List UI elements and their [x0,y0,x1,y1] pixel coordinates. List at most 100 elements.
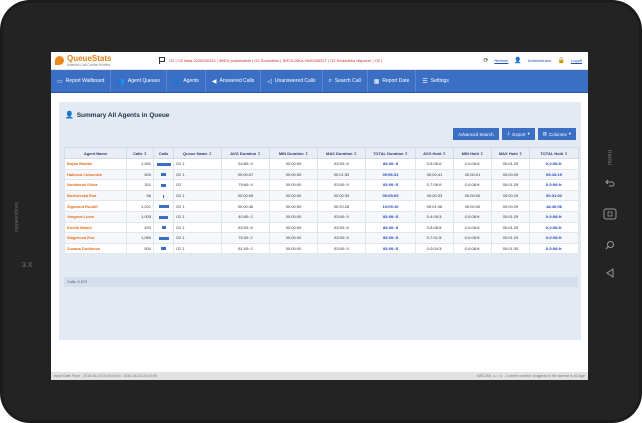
logout-link[interactable]: Logoff [571,58,582,63]
device-brand-label: mapeenthosk [14,201,20,232]
col-header[interactable]: TOTAL Duration ⇕ [365,147,416,159]
nav-settings[interactable]: ☰ Settings [416,70,454,92]
agent-name-cell[interactable]: Kinčík Matúš [64,221,127,234]
nav-answered-calls[interactable]: ◀ Answered Calls [206,70,262,92]
nav-report-date[interactable]: ▦ Report Date [368,70,417,92]
chevron-down-icon: ▾ [527,131,530,136]
max-duration-cell: 83:00::5 [317,210,366,223]
col-header[interactable]: AVG Duration ⇕ [221,147,270,159]
table-row[interactable]: Kinčík Matúš 420 O2 1 83:00::5 00:00:00 83:00… [64,221,579,234]
nav-unanswered-calls[interactable]: ◁ Unanswered Calls [261,70,323,92]
queue-name-cell: O2 [173,179,222,191]
max-duration-cell: 83:00::5 [317,242,366,255]
refresh-link[interactable]: Refresh [494,58,508,63]
col-header[interactable]: TOTAL Hold ⇕ [529,147,579,159]
max-duration-cell: 83:00::5 [317,179,366,191]
total-duration-cell: 83:00::5 [365,232,416,244]
total-hold-cell: 0-0:08:9: [529,242,579,255]
col-header[interactable]: Calls [153,147,174,159]
calls-bar-cell [153,210,174,223]
calls-bar [163,194,164,198]
agents-table: Agent Name Calls ⇕ Calls Queue Name ⇕ AV… [64,147,579,255]
calls-bar [161,183,166,187]
table-row[interactable]: Zuzana Dudíková 500 O2 1 81:00::2 00:00:00 83… [64,242,579,255]
export-button[interactable]: ⇩ Export ▾ [501,128,535,140]
app-logo[interactable]: QueueStats Asterisk Call Centre Monitor [55,54,159,67]
refresh-icon[interactable]: ⟳ [483,57,488,64]
table-row[interactable]: Slagerová Eva 1,069 O2 1 76:00::2 00:00:00 83… [64,232,579,244]
user-name: Administrator [527,58,552,63]
col-header[interactable]: Calls ⇕ [126,147,154,159]
min-duration-cell: 00:00:00 [269,189,318,202]
phone-answered-icon: ◀ [211,78,217,85]
status-date-range: eport Date From : 2016-06-15 00:00:00 to… [54,374,157,378]
queue-name-cell: O2 1 [173,221,222,234]
table-row[interactable]: Bojan Marián 1,491 O2 1 54:80::4 00:00:00 83:… [64,158,579,170]
summary-panel: 👤 Summary All Agents in Queue Advanced S… [59,102,581,340]
table-row[interactable]: Nováková Silvia 511 O2 79:60::4 00:00:00 83:0… [64,179,579,191]
sliders-icon: ☰ [422,78,428,85]
nav-search-call[interactable]: ⌕ Search Call [323,70,368,92]
queue-list[interactable]: O2 | O2 linka 0220930310 | 3BDX podnikat… [169,58,459,63]
users-icon: 👥 [117,78,125,85]
queue-name-cell: O2 1 [173,210,222,223]
total-duration-cell: 00:56:31 [365,168,416,181]
max-duration-cell: 00:01:53 [317,168,366,181]
table-row[interactable]: Bočkovská Eva 56 O2 1 00:00:05 00:00:00 00:00… [64,189,579,202]
calls-bar-cell [153,221,174,234]
col-header[interactable]: AVG Hold ⇕ [415,147,454,159]
app-screen: QueueStats Asterisk Call Centre Monitor … [51,52,588,380]
agent-name-cell[interactable]: Bojan Marián [64,158,127,170]
calls-cell: 500 [126,168,154,181]
col-header[interactable]: Agent Name [64,147,127,159]
queue-name-cell: O2 1 [173,168,222,181]
avg-duration-cell: 00:00:05 [221,189,270,202]
avg-duration-cell: 76:00::2 [221,232,270,244]
home-hw-icon[interactable] [601,207,619,221]
search-icon: ⌕ [328,77,332,84]
nav-agents[interactable]: 👤 Agents [167,70,206,92]
calls-cell: 511 [126,179,154,191]
agent-name-cell[interactable]: Slagerová Eva [64,232,127,244]
back-hw-icon[interactable] [601,176,619,190]
nav-report-wallboard[interactable]: ▭ Report Wallboard [51,70,112,92]
agent-name-cell[interactable]: Halková Ľubomíra [64,168,127,181]
queue-name-cell: O2 1 [173,232,222,244]
agent-name-cell[interactable]: Vargová Lucie [64,210,127,223]
max-hold-cell: 00:01:29 [491,221,530,234]
avg-hold-cell: 00:01:06 [415,200,454,212]
table-row[interactable]: Vargová Lucie 1,005 O2 1 40:80::2 00:00:00 83… [64,210,579,223]
col-header[interactable]: MIN Duration ⇕ [269,147,318,159]
avg-hold-cell: 0-0:04:3: [415,242,454,255]
total-duration-cell: 10:09:10 [365,200,416,212]
agent-name-cell[interactable]: Žigmund Rudolf [64,200,127,212]
avg-hold-cell: 00:00:33 [415,189,454,202]
total-hold-cell: 05:43:19 [529,168,579,181]
agent-name-cell[interactable]: Zuzana Dudíková [64,242,127,255]
col-header[interactable]: MAX Hold ⇕ [491,147,530,159]
min-duration-cell: 00:00:00 [269,179,318,191]
max-duration-cell: 83:00::5 [317,158,366,170]
agent-name-cell[interactable]: Nováková Silvia [64,179,127,191]
calls-bar [158,205,169,209]
calls-bar [161,226,166,230]
columns-button[interactable]: ▥ Columns ▾ [537,128,576,140]
calls-cell: 1,491 [126,158,154,170]
nav-agent-queues[interactable]: 👥 Agent Queues [111,70,167,92]
total-hold-cell: 0-0:08:9: [529,221,579,234]
total-duration-cell: 83:00::5 [365,242,416,255]
calls-cell: 420 [126,221,154,234]
total-duration-cell: 83:00::5 [365,210,416,223]
col-header[interactable]: Queue Name ⇕ [173,147,222,159]
min-hold-cell: 00:00:00 [453,200,492,212]
monitor-icon: ▭ [57,78,63,85]
col-header[interactable]: MAX Duration ⇕ [317,147,366,159]
search-hw-icon[interactable] [601,238,619,252]
table-row[interactable]: Žigmund Rudolf 1,021 O2 1 00:00:36 00:00:00 0… [64,200,579,212]
advanced-search-button[interactable]: Advanced Search [453,128,499,140]
table-row[interactable]: Halková Ľubomíra 500 O2 1 00:00:07 00:00:00 0… [64,168,579,181]
agent-name-cell[interactable]: Bočkovská Eva [64,189,127,202]
col-header[interactable]: MIN Hold ⇕ [453,147,492,159]
calls-bar [161,173,166,177]
triangle-hw-icon[interactable] [601,266,619,280]
